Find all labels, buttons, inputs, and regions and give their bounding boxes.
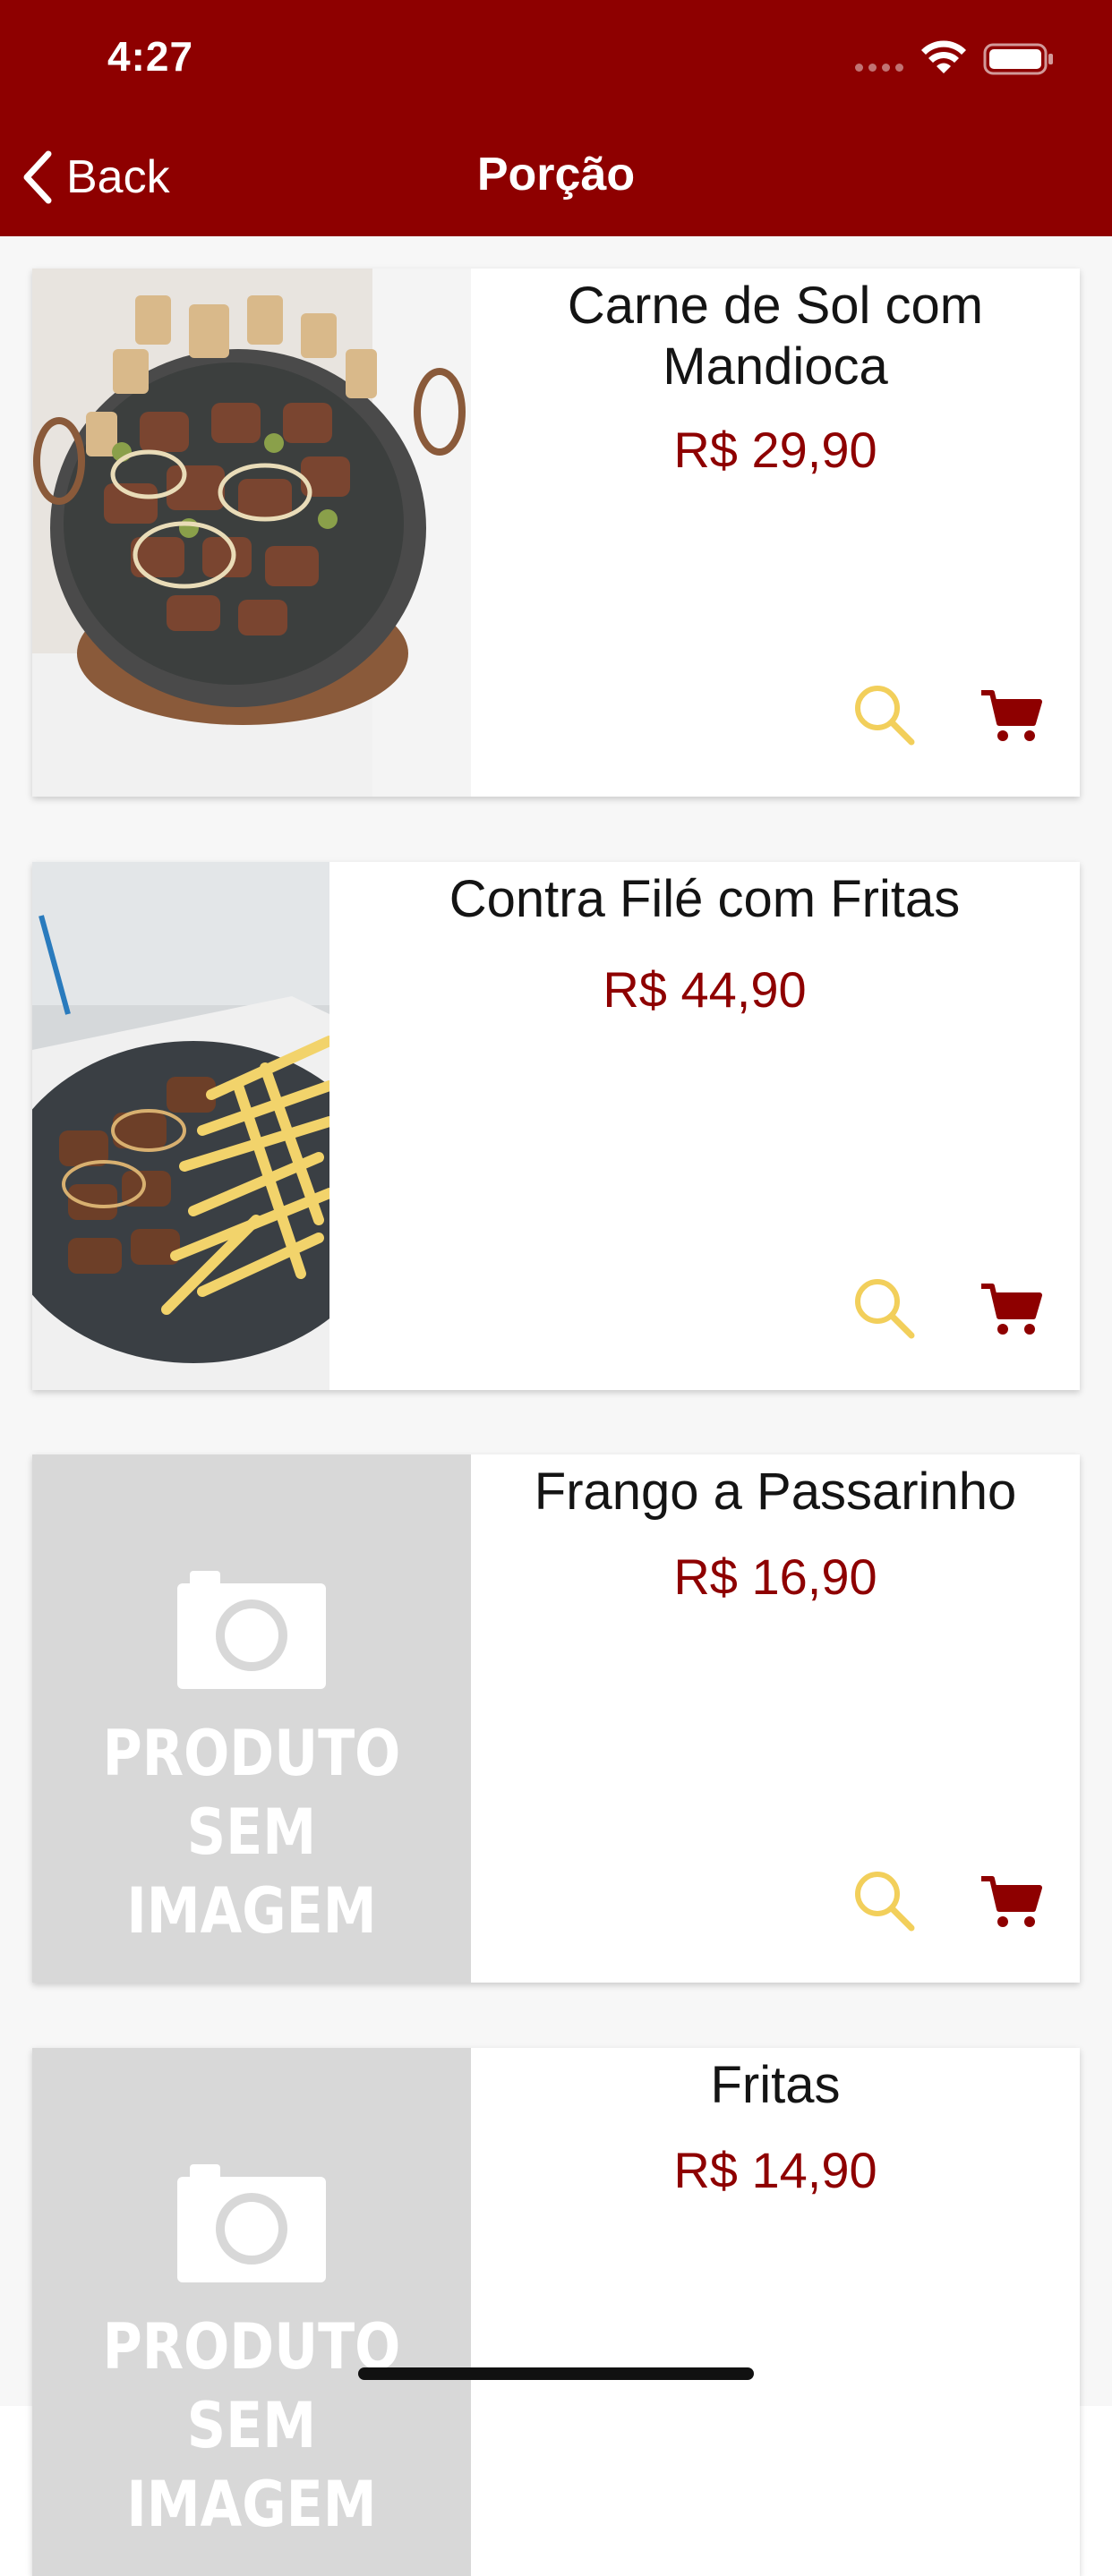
product-price: R$ 14,90 xyxy=(673,2142,877,2198)
product-image xyxy=(32,862,329,1390)
search-icon[interactable] xyxy=(852,683,917,747)
battery-icon xyxy=(983,43,1053,75)
no-image-label: PRODUTO SEM IMAGEM xyxy=(102,2310,401,2541)
product-image: PRODUTO SEM IMAGEM xyxy=(32,2048,471,2576)
status-time: 4:27 xyxy=(107,33,194,80)
home-indicator xyxy=(358,2367,754,2380)
product-photo xyxy=(32,862,329,1390)
camera-icon xyxy=(177,2164,326,2282)
cart-icon[interactable] xyxy=(979,684,1042,746)
camera-icon xyxy=(177,1571,326,1689)
product-name: Frango a Passarinho xyxy=(534,1463,1017,1521)
product-card[interactable]: PRODUTO SEM IMAGEM Frango a Passarinho R… xyxy=(32,1454,1080,1983)
product-card[interactable]: Carne de Sol com Mandioca R$ 29,90 xyxy=(32,269,1080,797)
product-photo xyxy=(32,269,471,797)
cart-icon[interactable] xyxy=(979,1870,1042,1932)
product-name: Fritas xyxy=(710,2056,841,2114)
app-header: 4:27 Back Porção xyxy=(0,0,1112,236)
product-name: Contra Filé com Fritas xyxy=(449,870,961,928)
product-info: Contra Filé com Fritas R$ 44,90 xyxy=(329,862,1080,1390)
product-card[interactable]: PRODUTO SEM IMAGEM Fritas R$ 14,90 xyxy=(32,2048,1080,2576)
page-title: Porção xyxy=(476,149,636,200)
search-icon[interactable] xyxy=(852,1869,917,1933)
product-info: Fritas R$ 14,90 xyxy=(471,2048,1080,2576)
product-image: PRODUTO SEM IMAGEM xyxy=(32,1454,471,1983)
product-image xyxy=(32,269,471,797)
no-image-placeholder: PRODUTO SEM IMAGEM xyxy=(32,1454,471,1983)
product-name: Carne de Sol com Mandioca xyxy=(567,277,984,396)
wifi-icon xyxy=(921,40,966,73)
product-price: R$ 44,90 xyxy=(603,961,807,1018)
search-icon[interactable] xyxy=(852,1276,917,1341)
product-card[interactable]: Contra Filé com Fritas R$ 44,90 xyxy=(32,862,1080,1390)
product-list[interactable]: Carne de Sol com Mandioca R$ 29,90 Contr… xyxy=(0,236,1112,2576)
no-image-label: PRODUTO SEM IMAGEM xyxy=(102,1717,401,1948)
no-image-placeholder: PRODUTO SEM IMAGEM xyxy=(32,2048,471,2576)
cellular-signal-icon xyxy=(855,64,903,72)
product-price: R$ 16,90 xyxy=(673,1548,877,1605)
cart-icon[interactable] xyxy=(979,1277,1042,1340)
product-price: R$ 29,90 xyxy=(673,422,877,478)
